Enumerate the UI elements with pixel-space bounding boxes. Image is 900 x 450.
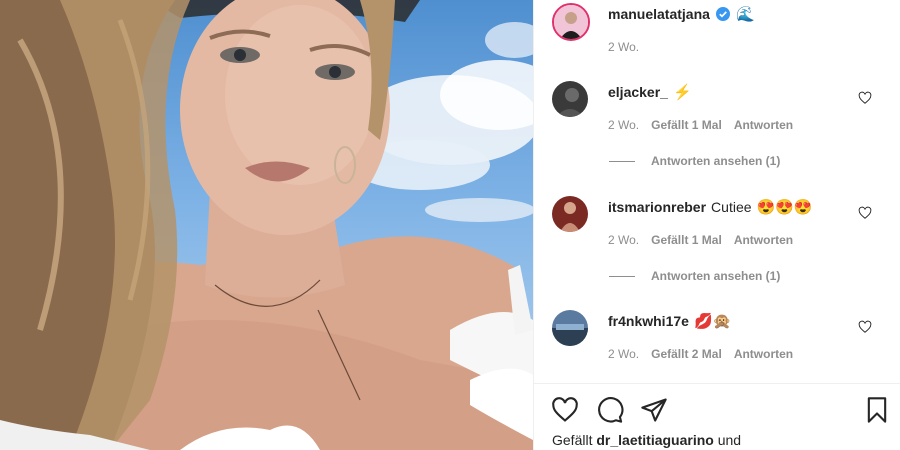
heart-icon[interactable]	[551, 396, 579, 424]
post-image	[0, 0, 533, 450]
comment-time[interactable]: 2 Wo.	[608, 233, 639, 247]
share-icon[interactable]	[640, 396, 668, 424]
author-header: manuelatatjana 🌊	[608, 6, 755, 22]
comment-meta: 2 Wo. Gefällt 1 Mal Antworten	[608, 233, 793, 247]
bookmark-icon[interactable]	[863, 396, 891, 424]
comment-reply-button[interactable]: Antworten	[734, 347, 793, 361]
comment-avatar[interactable]	[552, 81, 588, 117]
comment-body: eljacker_ ⚡	[608, 84, 692, 100]
comment-likes[interactable]: Gefällt 1 Mal	[651, 118, 722, 132]
comment-avatar-image	[552, 310, 588, 346]
like-comment-heart-icon[interactable]	[858, 320, 872, 334]
replies-divider	[609, 160, 635, 162]
liked-by-prefix: Gefällt	[552, 432, 593, 448]
comment-username[interactable]: fr4nkwhi17e	[608, 313, 689, 329]
wave-emoji: 🌊	[735, 5, 755, 23]
comment-emojis: 😍😍😍	[756, 198, 813, 216]
replies-divider	[609, 275, 635, 277]
comment-avatar[interactable]	[552, 310, 588, 346]
comment-meta: 2 Wo. Gefällt 2 Mal Antworten	[608, 347, 793, 361]
comment-time[interactable]: 2 Wo.	[608, 118, 639, 132]
comment-meta: 2 Wo. Gefällt 1 Mal Antworten	[608, 118, 793, 132]
author-avatar[interactable]	[552, 3, 590, 41]
comments-panel: manuelatatjana 🌊 2 Wo. eljacker_ ⚡ 2 Wo.…	[533, 0, 900, 450]
post-photo[interactable]	[0, 0, 533, 450]
liked-by-suffix: und	[717, 432, 742, 448]
view-replies-button[interactable]: Antworten ansehen (1)	[609, 269, 780, 283]
view-replies-label: Antworten ansehen (1)	[651, 154, 781, 168]
comment-body: itsmarionreber Cutiee 😍😍😍	[608, 199, 813, 215]
author-post-time[interactable]: 2 Wo.	[608, 40, 639, 54]
liked-by-username[interactable]: dr_laetitiaguarino	[596, 432, 713, 448]
comment-emojis: 💋🙊	[693, 312, 732, 330]
author-username[interactable]: manuelatatjana	[608, 6, 710, 22]
like-comment-heart-icon[interactable]	[858, 206, 872, 220]
like-comment-heart-icon[interactable]	[858, 91, 872, 105]
comment-reply-button[interactable]: Antworten	[734, 233, 793, 247]
comment-username[interactable]: itsmarionreber	[608, 199, 706, 215]
verified-badge-icon	[715, 7, 730, 21]
comment-likes[interactable]: Gefällt 2 Mal	[651, 347, 722, 361]
comment-avatar-image	[552, 196, 588, 232]
liked-by-summary: Gefällt dr_laetitiaguarino und	[552, 432, 741, 448]
comment-emojis: ⚡	[672, 83, 692, 101]
comment-icon[interactable]	[596, 396, 624, 424]
comment-text: Cutiee	[711, 199, 752, 215]
comment-body: fr4nkwhi17e 💋🙊	[608, 313, 731, 329]
comment-likes[interactable]: Gefällt 1 Mal	[651, 233, 722, 247]
comment-time[interactable]: 2 Wo.	[608, 347, 639, 361]
comment-avatar[interactable]	[552, 196, 588, 232]
view-replies-button[interactable]: Antworten ansehen (1)	[609, 154, 780, 168]
comment-avatar-image	[552, 81, 588, 117]
view-replies-label: Antworten ansehen (1)	[651, 269, 781, 283]
comment-username[interactable]: eljacker_	[608, 84, 668, 100]
author-avatar-image	[554, 5, 588, 39]
comment-reply-button[interactable]: Antworten	[734, 118, 793, 132]
